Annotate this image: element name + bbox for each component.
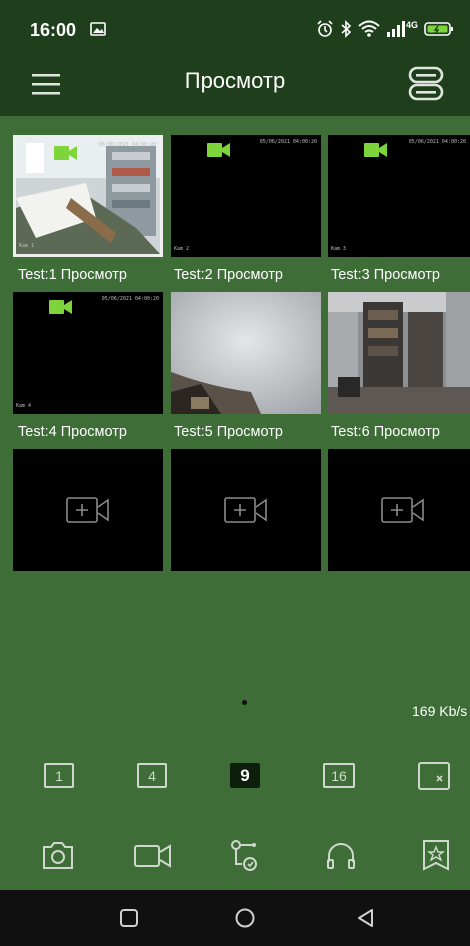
split-9-button[interactable]: 9 bbox=[230, 763, 260, 788]
camera-label-6: Test:6 Просмотр bbox=[331, 424, 440, 440]
add-camera-icon[interactable] bbox=[224, 497, 268, 523]
favorite-icon[interactable] bbox=[419, 838, 453, 872]
image-icon bbox=[90, 22, 106, 36]
empty-camera-slot[interactable] bbox=[171, 449, 321, 571]
camera-label-4: Test:4 Просмотр bbox=[18, 424, 127, 440]
home-icon[interactable] bbox=[233, 906, 257, 930]
status-bar: 16:00 4G bbox=[0, 0, 470, 58]
camera-label-2: Test:2 Просмотр bbox=[174, 267, 283, 283]
osd-camera-name: Kam 2 bbox=[174, 246, 190, 252]
camera-label-5: Test:5 Просмотр bbox=[174, 424, 283, 440]
camera-label-1: Test:1 Просмотр bbox=[18, 267, 127, 283]
app-bar: Просмотр bbox=[0, 58, 470, 116]
record-icon[interactable] bbox=[133, 838, 173, 872]
network-type-label: 4G bbox=[405, 20, 418, 30]
battery-icon bbox=[424, 22, 453, 36]
status-time: 16:00 bbox=[30, 20, 77, 40]
device-list-icon[interactable] bbox=[406, 64, 446, 104]
split-1-button[interactable]: 1 bbox=[44, 763, 74, 788]
recents-icon[interactable] bbox=[117, 906, 141, 930]
osd-timestamp: 05/06/2021 04:00:20 bbox=[98, 142, 156, 148]
back-icon[interactable] bbox=[354, 906, 378, 930]
osd-camera-name: Kam 1 bbox=[19, 243, 35, 249]
snapshot-icon[interactable] bbox=[41, 838, 75, 872]
recording-icon bbox=[364, 143, 387, 157]
osd-timestamp: 22.03.2022 bbox=[286, 296, 317, 302]
osd-timestamp: 05/06/2021 04:00:20 bbox=[101, 296, 159, 302]
alarm-icon bbox=[317, 20, 333, 37]
ptz-icon[interactable] bbox=[228, 838, 262, 872]
osd-camera-name: Kam 4 bbox=[16, 403, 32, 409]
signal-icon bbox=[386, 21, 405, 37]
split-16-button[interactable]: 16 bbox=[323, 763, 355, 788]
recording-icon bbox=[49, 300, 72, 314]
close-all-icon[interactable] bbox=[418, 762, 450, 790]
camera-cell-5[interactable]: 22.03.2022 bbox=[171, 292, 321, 414]
recording-icon bbox=[207, 143, 230, 157]
add-camera-icon[interactable] bbox=[381, 497, 425, 523]
camera-cell-3[interactable]: 05/06/2021 04:00:20 Kam 3 bbox=[328, 135, 470, 257]
bluetooth-icon bbox=[341, 20, 352, 38]
camera-feed-image bbox=[328, 292, 470, 414]
camera-label-3: Test:3 Просмотр bbox=[331, 267, 440, 283]
empty-camera-slot[interactable] bbox=[13, 449, 163, 571]
camera-feed-image bbox=[16, 138, 160, 254]
page-title: Просмотр bbox=[184, 68, 286, 93]
camera-cell-2[interactable]: 05/06/2021 04:00:20 Kam 2 bbox=[171, 135, 321, 257]
page-indicator-dot bbox=[242, 700, 247, 705]
audio-icon[interactable] bbox=[324, 838, 358, 872]
camera-cell-6[interactable] bbox=[328, 292, 470, 414]
osd-timestamp: 05/06/2021 04:00:20 bbox=[408, 139, 466, 145]
camera-cell-1[interactable]: 05/06/2021 04:00:20 Kam 1 bbox=[13, 135, 163, 257]
add-camera-icon[interactable] bbox=[66, 497, 110, 523]
system-nav-bar bbox=[0, 890, 470, 946]
recording-icon bbox=[54, 146, 77, 160]
bitrate-readout: 169 Kb/s bbox=[412, 703, 468, 719]
camera-feed-image bbox=[171, 292, 321, 414]
osd-camera-name: Kam 3 bbox=[331, 246, 347, 252]
camera-cell-4[interactable]: 05/06/2021 04:00:20 Kam 4 bbox=[13, 292, 163, 414]
wifi-icon bbox=[358, 20, 380, 37]
empty-camera-slot[interactable] bbox=[328, 449, 470, 571]
osd-timestamp: 05/06/2021 04:00:20 bbox=[259, 139, 317, 145]
split-4-button[interactable]: 4 bbox=[137, 763, 167, 788]
